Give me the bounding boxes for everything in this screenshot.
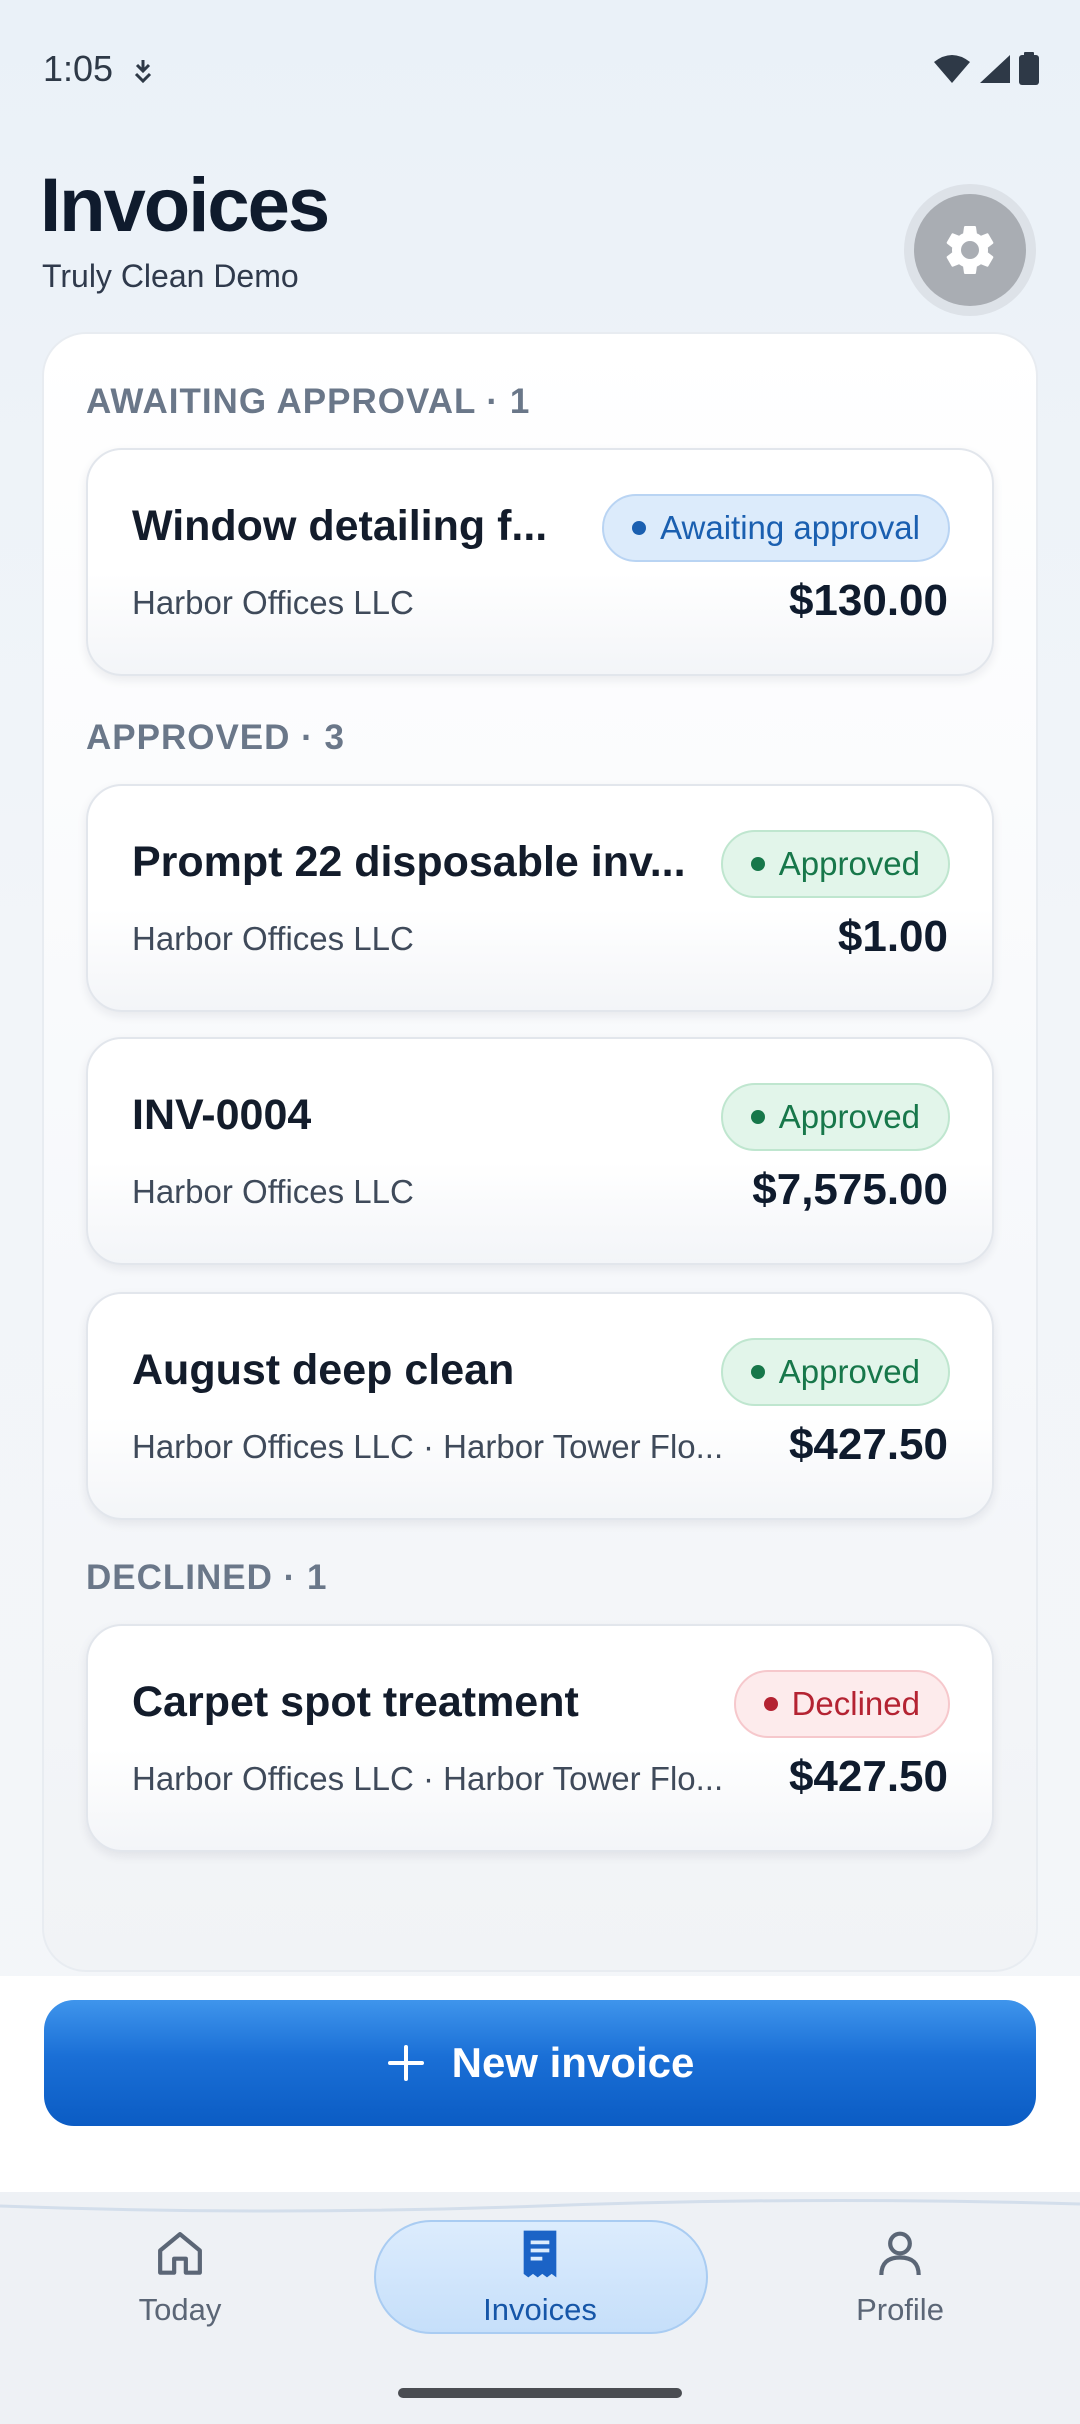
status-badge-label: Declined bbox=[791, 1685, 920, 1722]
receipt-icon bbox=[523, 2230, 557, 2278]
status-dot-icon bbox=[763, 1697, 778, 1711]
invoice-client: Harbor Offices LLC · Harbor Tower Flo... bbox=[132, 1760, 724, 1797]
new-invoice-label: New invoice bbox=[451, 2039, 695, 2086]
status-icons bbox=[932, 52, 1040, 86]
home-icon bbox=[158, 2232, 202, 2275]
battery-icon bbox=[1019, 52, 1039, 85]
nav-item-invoices[interactable]: Invoices bbox=[390, 2226, 690, 2328]
settings-button[interactable] bbox=[904, 184, 1036, 316]
invoice-client: Harbor Offices LLC bbox=[132, 920, 414, 957]
status-badge-label: Approved bbox=[778, 845, 920, 882]
nav-label-profile: Profile bbox=[856, 2292, 944, 2327]
section-label-declined: DECLINED · 1 bbox=[86, 1558, 328, 1597]
plus-icon bbox=[387, 2045, 424, 2081]
status-badge-label: Approved bbox=[778, 1098, 920, 1135]
invoice-amount: $1.00 bbox=[837, 912, 948, 961]
nav-label-today: Today bbox=[138, 2292, 222, 2327]
invoice-amount: $130.00 bbox=[788, 576, 948, 625]
signal-icon bbox=[980, 55, 1010, 83]
gear-icon bbox=[946, 225, 994, 274]
status-dot-icon bbox=[750, 1110, 765, 1124]
person-icon bbox=[879, 2231, 921, 2276]
invoice-amount: $7,575.00 bbox=[752, 1165, 948, 1214]
status-dot-icon bbox=[750, 857, 765, 871]
invoice-client: Harbor Offices LLC · Harbor Tower Flo... bbox=[132, 1428, 724, 1465]
invoice-title: Window detailing f... bbox=[132, 502, 548, 550]
status-badge: Approved bbox=[720, 1083, 950, 1151]
status-badge: Awaiting approval bbox=[602, 494, 950, 562]
status-bar: 1:05 bbox=[0, 0, 1080, 140]
invoice-card[interactable]: Prompt 22 disposable inv... Approved Har… bbox=[86, 784, 994, 1012]
new-invoice-button[interactable]: New invoice bbox=[44, 2000, 1036, 2126]
invoice-client: Harbor Offices LLC bbox=[132, 584, 414, 621]
nav-item-profile[interactable]: Profile bbox=[750, 2226, 1050, 2328]
nav-item-today[interactable]: Today bbox=[30, 2226, 330, 2328]
invoice-client: Harbor Offices LLC bbox=[132, 1173, 414, 1210]
nav-divider bbox=[0, 2198, 1080, 2213]
invoice-title: Prompt 22 disposable inv... bbox=[132, 838, 686, 886]
invoice-amount: $427.50 bbox=[788, 1420, 948, 1469]
invoice-title: Carpet spot treatment bbox=[132, 1678, 579, 1726]
invoice-card[interactable]: Carpet spot treatment Declined Harbor Of… bbox=[86, 1624, 994, 1852]
status-dot-icon bbox=[632, 521, 647, 535]
section-label-awaiting: AWAITING APPROVAL · 1 bbox=[86, 382, 531, 421]
status-badge: Declined bbox=[733, 1670, 950, 1738]
status-badge: Approved bbox=[720, 1338, 950, 1406]
invoice-title: August deep clean bbox=[132, 1346, 515, 1394]
invoice-card[interactable]: August deep clean Approved Harbor Office… bbox=[86, 1292, 994, 1520]
page-subtitle: Truly Clean Demo bbox=[42, 258, 299, 294]
invoice-card[interactable]: INV-0004 Approved Harbor Offices LLC $7,… bbox=[86, 1037, 994, 1265]
invoice-title: INV-0004 bbox=[132, 1091, 312, 1139]
nav-label-invoices: Invoices bbox=[483, 2292, 597, 2327]
section-label-approved: APPROVED · 3 bbox=[86, 718, 345, 757]
status-badge: Approved bbox=[720, 830, 950, 898]
wifi-icon bbox=[934, 55, 970, 83]
home-indicator[interactable] bbox=[398, 2388, 682, 2398]
action-area: New invoice bbox=[0, 1976, 1080, 2192]
status-time: 1:05 bbox=[43, 48, 114, 89]
status-badge-label: Approved bbox=[778, 1353, 920, 1390]
status-badge-label: Awaiting approval bbox=[660, 509, 920, 546]
download-status-icon bbox=[134, 60, 152, 84]
page-title: Invoices bbox=[40, 163, 330, 248]
invoice-amount: $427.50 bbox=[788, 1752, 948, 1801]
invoice-card[interactable]: Window detailing f... Awaiting approval … bbox=[86, 448, 994, 676]
status-dot-icon bbox=[750, 1365, 765, 1379]
